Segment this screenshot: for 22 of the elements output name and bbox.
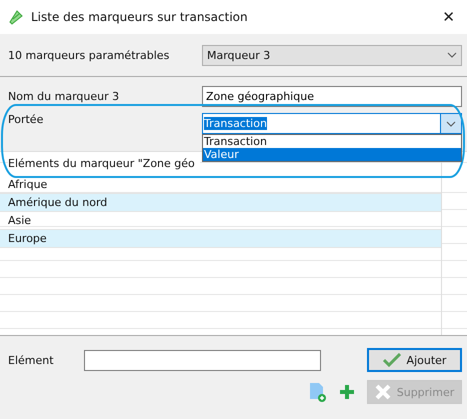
field-label: Portée <box>8 113 44 126</box>
new-document-icon[interactable] <box>309 382 327 402</box>
name-field[interactable]: Zone géographique <box>202 86 462 106</box>
scope-dropdown[interactable]: Transaction <box>202 113 462 134</box>
table-row[interactable]: Amérique du nord <box>0 194 441 212</box>
plus-icon[interactable] <box>339 384 355 400</box>
element-field[interactable] <box>84 350 321 370</box>
field-label: Nom du marqueur 3 <box>8 90 120 102</box>
add-button[interactable]: Ajouter <box>367 348 462 372</box>
chevron-down-icon <box>447 52 457 58</box>
app-icon <box>8 9 24 25</box>
marker-dropdown[interactable]: Marqueur 3 <box>202 44 462 66</box>
chevron-down-icon <box>446 120 456 126</box>
table-row[interactable]: Europe <box>0 230 441 248</box>
close-button[interactable]: ✕ <box>438 8 459 26</box>
check-icon <box>382 353 401 367</box>
close-icon <box>374 384 391 400</box>
field-label: 10 marqueurs paramétrables <box>8 48 170 62</box>
field-label: Elément <box>8 354 55 366</box>
window-title: Liste des marqueurs sur transaction <box>31 10 249 24</box>
dropdown-option[interactable]: Valeur <box>203 148 461 161</box>
dropdown-option[interactable]: Transaction <box>203 135 461 148</box>
